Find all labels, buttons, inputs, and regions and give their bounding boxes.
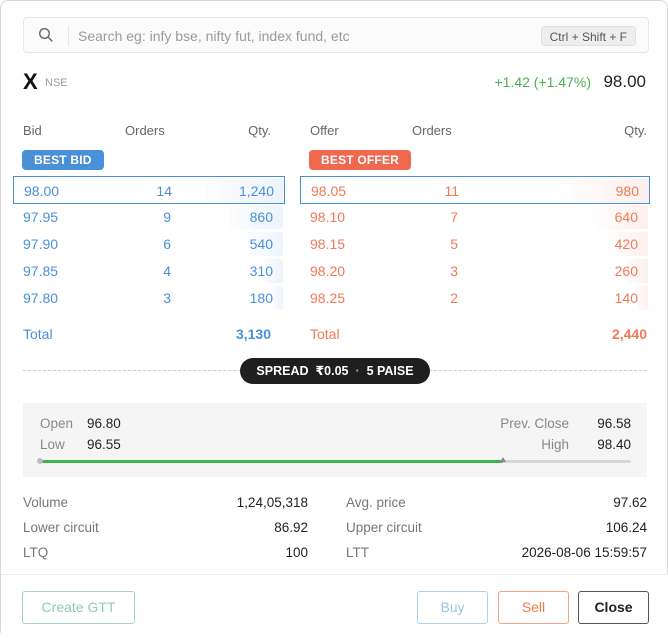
volume-label: Volume [23,495,69,510]
bid-orders: 6 [163,236,171,252]
offer-qty-header: Qty. [624,123,647,138]
day-range-low-dot [37,458,43,464]
instrument-ltp: 98.00 [603,72,646,91]
offer-price: 98.20 [310,263,346,279]
instrument-symbol: X [23,69,38,94]
avg-price-value: 97.62 [613,495,647,510]
prev-close-label: Prev. Close [500,416,569,431]
high-label: High [541,437,569,452]
bid-price-header: Bid [23,123,42,138]
volume-value: 1,24,05,318 [236,495,308,510]
create-gtt-button[interactable]: Create GTT [22,591,135,624]
search-shortcut-hint: Ctrl + Shift + F [540,26,636,46]
offer-orders: 3 [450,263,458,279]
search-bar[interactable]: Search eg: infy bse, nifty fut, index fu… [23,17,649,53]
ohlc-panel: Open 96.80 Low 96.55 Prev. Close 96.58 H… [23,403,647,477]
offer-total-label: Total [310,326,340,342]
bid-row[interactable]: 97.85 4 310 [13,257,285,285]
bid-row[interactable]: 97.95 9 860 [13,203,285,231]
bid-orders: 3 [163,290,171,306]
bid-total-label: Total [23,326,53,342]
offer-price: 98.10 [310,209,346,225]
open-label: Open [40,416,74,431]
bid-row[interactable]: 97.90 6 540 [13,230,285,258]
offer-price: 98.25 [310,290,346,306]
offer-total-qty: 2,440 [611,326,647,342]
prev-close-value: 96.58 [597,416,631,431]
bid-price: 97.90 [23,236,59,252]
bid-orders-header: Orders [125,123,165,138]
low-label: Low [40,437,65,452]
offer-row[interactable]: 98.25 2 140 [300,284,650,312]
bid-orders: 9 [163,209,171,225]
day-range-fill [39,460,503,463]
offer-orders: 7 [450,209,458,225]
bid-qty: 1,240 [238,183,274,199]
low-value: 96.55 [87,437,121,452]
lower-circuit-value: 86.92 [274,520,308,535]
instrument-exchange: NSE [45,77,68,89]
market-depth-window: Search eg: infy bse, nifty fut, index fu… [0,0,668,638]
spread-paise: 5 PAISE [366,364,414,378]
ltq-value: 100 [285,545,308,560]
offer-orders: 2 [450,290,458,306]
offer-row[interactable]: 98.20 3 260 [300,257,650,285]
search-icon [38,27,54,43]
bid-qty-header: Qty. [248,123,271,138]
bid-orders: 14 [156,183,172,199]
bid-row[interactable]: 97.80 3 180 [13,284,285,312]
day-range-ltp-marker [500,457,506,462]
high-value: 98.40 [597,437,631,452]
bid-row[interactable]: 98.00 14 1,240 [13,176,285,204]
lower-circuit-label: Lower circuit [23,520,99,535]
bid-price: 97.95 [23,209,59,225]
offer-qty: 980 [615,183,639,199]
bid-orders: 4 [163,263,171,279]
offer-price: 98.15 [310,236,346,252]
upper-circuit-value: 106.24 [605,520,647,535]
day-range-bar [37,457,631,464]
offer-qty-bar [637,286,648,310]
offer-row[interactable]: 98.10 7 640 [300,203,650,231]
instrument-change: +1.42 (+1.47%) [494,74,591,90]
spread-badge: SPREAD ₹0.05 · 5 PAISE [240,358,430,384]
search-input[interactable]: Search eg: infy bse, nifty fut, index fu… [78,18,350,54]
bid-total-qty: 3,130 [235,326,271,342]
offer-orders: 5 [450,236,458,252]
open-value: 96.80 [87,416,121,431]
best-bid-badge: BEST BID [22,150,104,170]
avg-price-label: Avg. price [346,495,406,510]
offer-orders-header: Orders [412,123,452,138]
bid-qty: 180 [249,290,273,306]
action-footer: Create GTT Buy Sell Close [1,574,668,638]
spread-separator: · [355,364,360,378]
ltt-label: LTT [346,545,369,560]
bid-price: 97.85 [23,263,59,279]
bid-price: 98.00 [24,183,60,199]
offer-qty: 640 [614,209,638,225]
bid-price: 97.80 [23,290,59,306]
offer-qty: 260 [614,263,638,279]
offer-price: 98.05 [311,183,347,199]
offer-price-header: Offer [310,123,339,138]
spread-value: ₹0.05 [315,364,349,378]
offer-row[interactable]: 98.05 11 980 [300,176,650,204]
close-button[interactable]: Close [578,591,649,624]
offer-orders: 11 [444,183,459,199]
spread-label: SPREAD [256,364,309,378]
upper-circuit-label: Upper circuit [346,520,422,535]
ltq-label: LTQ [23,545,49,560]
sell-button[interactable]: Sell [498,591,569,624]
bid-qty: 540 [249,236,273,252]
ltt-value: 2026-08-06 15:59:57 [521,545,647,560]
buy-button[interactable]: Buy [417,591,488,624]
offer-qty: 140 [614,290,638,306]
offer-row[interactable]: 98.15 5 420 [300,230,650,258]
offer-qty: 420 [614,236,638,252]
bid-qty: 310 [249,263,273,279]
search-divider [68,26,69,46]
bid-qty: 860 [249,209,273,225]
bid-qty-bar [272,286,283,310]
best-offer-badge: BEST OFFER [309,150,412,170]
